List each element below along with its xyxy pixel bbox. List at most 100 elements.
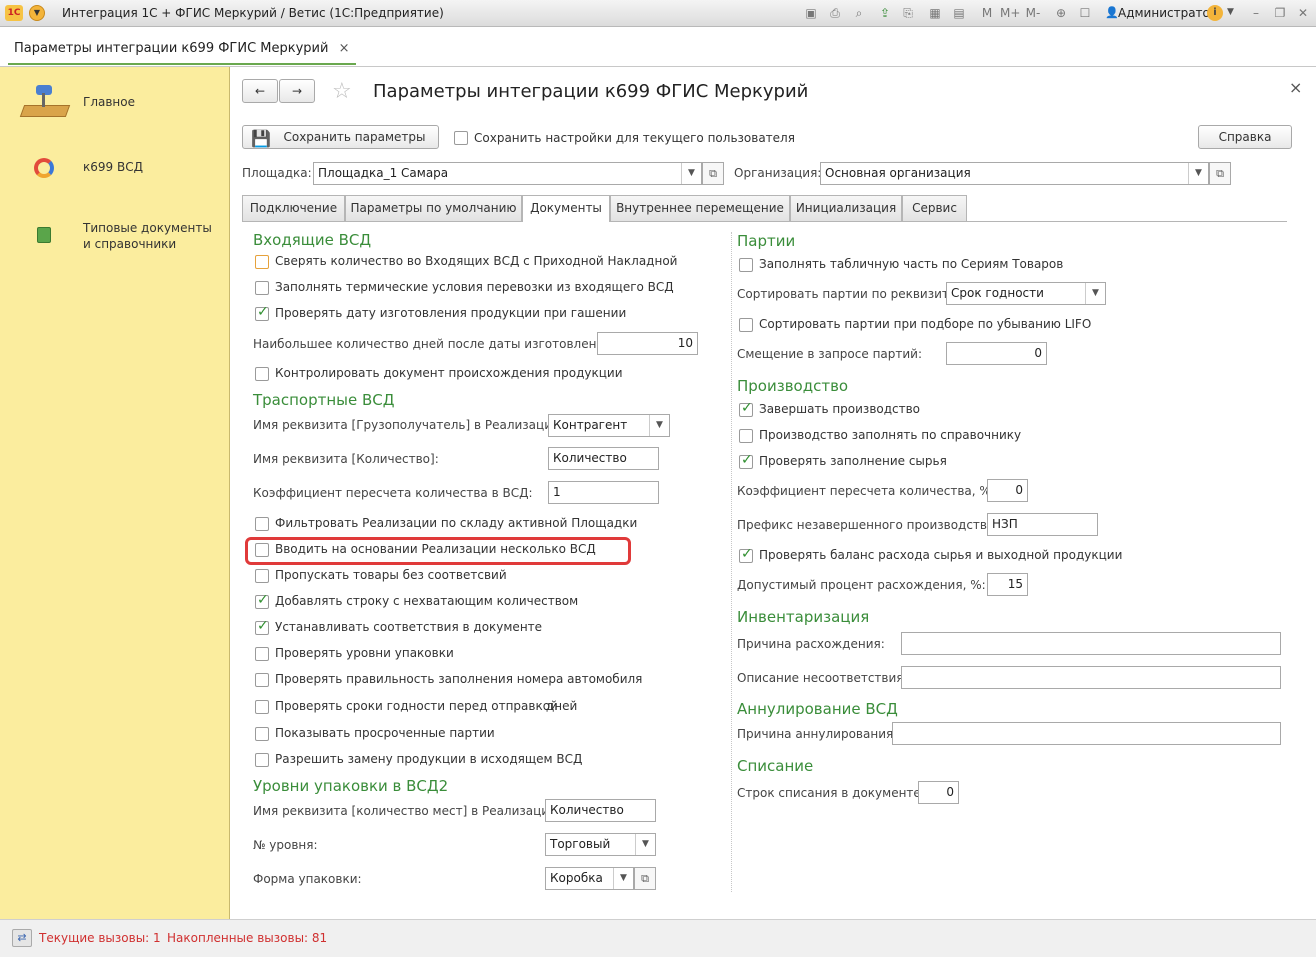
package-form-dropdown-icon[interactable]: ▼ [613, 868, 633, 889]
batch-sort-dropdown-icon[interactable]: ▼ [1085, 283, 1105, 304]
transport-cb7-checkbox[interactable] [255, 673, 269, 687]
deviation-percent-input[interactable]: 15 [987, 573, 1028, 596]
wip-prefix-input[interactable]: НЗП [987, 513, 1098, 536]
max-days-input[interactable]: 10 [597, 332, 698, 355]
sidebar-item-documents[interactable]: Типовые документы и справочники [0, 213, 230, 259]
organization-field[interactable]: Основная организация ▼ [820, 162, 1209, 185]
transport-cb3-checkbox[interactable] [255, 569, 269, 583]
production-coef-input[interactable]: 0 [987, 479, 1028, 502]
preview-icon[interactable]: ⌕ [851, 5, 867, 21]
back-button[interactable]: ← [242, 79, 278, 103]
save-icon[interactable]: ▣ [803, 5, 819, 21]
production-cb4-checkbox[interactable] [739, 546, 753, 563]
minimize-window-button[interactable]: – [1248, 5, 1264, 21]
incoming-cb4-checkbox[interactable] [255, 367, 269, 381]
floppy-icon: 💾 [251, 129, 271, 148]
transport-cb2-checkbox[interactable] [255, 543, 269, 557]
batches-cb2-checkbox[interactable] [739, 318, 753, 332]
organization-open-icon[interactable]: ⧉ [1209, 162, 1231, 185]
info-dropdown-icon[interactable]: ▼ [1227, 7, 1234, 17]
info-icon[interactable]: i [1207, 5, 1223, 21]
site-open-icon[interactable]: ⧉ [702, 162, 724, 185]
user-name[interactable]: Администратор [1118, 6, 1218, 20]
transport-coef-input[interactable]: 1 [548, 481, 659, 504]
batches-cb1-checkbox[interactable] [739, 258, 753, 272]
sidebar-item-vsd-label: к699 ВСД [83, 160, 143, 174]
calculator-icon[interactable]: ▦ [927, 5, 943, 21]
incoming-cb3-label: Проверять дату изготовления продукции пр… [275, 306, 627, 320]
production-cb3-checkbox[interactable] [739, 452, 753, 469]
forward-button[interactable]: → [279, 79, 315, 103]
level-dropdown-icon[interactable]: ▼ [635, 834, 655, 855]
discrepancy-reason-input[interactable] [901, 632, 1281, 655]
level-field[interactable]: Торговый ▼ [545, 833, 656, 856]
save-parameters-button[interactable]: 💾 Сохранить параметры [242, 125, 439, 149]
app-logo-icon[interactable]: 1С [5, 5, 23, 21]
tab-defaults[interactable]: Параметры по умолчанию [345, 195, 522, 221]
tab-initialization[interactable]: Инициализация [790, 195, 902, 221]
sidebar-item-vsd[interactable]: к699 ВСД [0, 145, 230, 191]
restore-window-button[interactable]: ❐ [1272, 5, 1288, 21]
incoming-cb2-checkbox[interactable] [255, 281, 269, 295]
document-tab[interactable]: Параметры интеграции к699 ФГИС Меркурий … [8, 37, 356, 65]
mismatch-description-input[interactable] [901, 666, 1281, 689]
transport-cb8-checkbox[interactable] [255, 700, 269, 714]
transport-cb1-checkbox[interactable] [255, 517, 269, 531]
tab-underline [242, 221, 1287, 222]
site-field[interactable]: Площадка_1 Самара ▼ [313, 162, 702, 185]
transport-cb2-label: Вводить на основании Реализации нескольк… [275, 542, 596, 556]
favorite-star-icon[interactable]: ☆ [332, 80, 352, 104]
batch-offset-input[interactable]: 0 [946, 342, 1047, 365]
sidebar-item-main[interactable]: Главное [0, 75, 230, 129]
zoom-icon[interactable]: ⊕ [1053, 5, 1069, 21]
transport-cb5-checkbox[interactable] [255, 618, 269, 635]
cancel-reason-input[interactable] [892, 722, 1281, 745]
tab-documents[interactable]: Документы [522, 195, 610, 222]
production-cb1-checkbox[interactable] [739, 400, 753, 417]
attach-icon[interactable]: ⎘ [900, 5, 916, 21]
transport-cb10-checkbox[interactable] [255, 753, 269, 767]
main-menu-icon[interactable]: ▼ [29, 5, 45, 21]
document-tab-close-icon[interactable]: × [339, 41, 350, 56]
memory-minus-button[interactable]: M- [1024, 5, 1042, 21]
tab-service[interactable]: Сервис [902, 195, 967, 221]
save-user-settings-checkbox[interactable] [454, 131, 468, 145]
memory-plus-button[interactable]: M+ [1000, 5, 1020, 21]
consignee-dropdown-icon[interactable]: ▼ [649, 415, 669, 436]
incoming-cb3-checkbox[interactable] [255, 304, 269, 321]
transport-cb4-checkbox[interactable] [255, 592, 269, 609]
incoming-cb1-label: Сверять количество во Входящих ВСД с При… [275, 254, 678, 268]
package-form-field[interactable]: Коробка ▼ [545, 867, 634, 890]
consignee-field[interactable]: Контрагент ▼ [548, 414, 670, 437]
production-heading: Производство [737, 377, 849, 395]
tab-internal-transfer[interactable]: Внутреннее перемещение [610, 195, 790, 221]
calendar-icon[interactable]: ▤ [951, 5, 967, 21]
close-window-button[interactable]: ✕ [1295, 5, 1311, 21]
calls-monitor-icon[interactable]: ⇄ [12, 929, 32, 947]
transport-cb9-checkbox[interactable] [255, 727, 269, 741]
incoming-cb1-checkbox[interactable] [255, 255, 269, 269]
transport-cb6-checkbox[interactable] [255, 647, 269, 661]
package-form-open-icon[interactable]: ⧉ [634, 867, 656, 890]
production-cb2-checkbox[interactable] [739, 429, 753, 443]
max-days-label: Наибольшее количество дней после даты из… [253, 337, 616, 351]
organization-dropdown-icon[interactable]: ▼ [1188, 163, 1208, 184]
form-close-icon[interactable]: × [1289, 78, 1302, 97]
places-label: Имя реквизита [количество мест] в Реализ… [253, 804, 561, 818]
window-title-bar: 1С ▼ Интеграция 1С + ФГИС Меркурий / Вет… [0, 0, 1316, 27]
maximize-icon[interactable]: ☐ [1077, 5, 1093, 21]
memory-m-button[interactable]: M [980, 5, 994, 21]
help-button[interactable]: Справка [1198, 125, 1292, 149]
writeoff-heading: Списание [737, 757, 814, 775]
batch-sort-field[interactable]: Срок годности ▼ [946, 282, 1106, 305]
places-input[interactable]: Количество [545, 799, 656, 822]
quantity-attr-input[interactable]: Количество [548, 447, 659, 470]
print-icon[interactable]: ⎙ [827, 5, 843, 21]
writeoff-rows-input[interactable]: 0 [918, 781, 959, 804]
site-dropdown-icon[interactable]: ▼ [681, 163, 701, 184]
upload-icon[interactable]: ⇪ [877, 5, 893, 21]
transport-coef-label: Коэффициент пересчета количества в ВСД: [253, 486, 533, 500]
tab-connection[interactable]: Подключение [242, 195, 345, 221]
transport-vsd-heading: Траспортные ВСД [253, 391, 395, 409]
batches-cb2-label: Сортировать партии при подборе по убыван… [759, 317, 1092, 331]
